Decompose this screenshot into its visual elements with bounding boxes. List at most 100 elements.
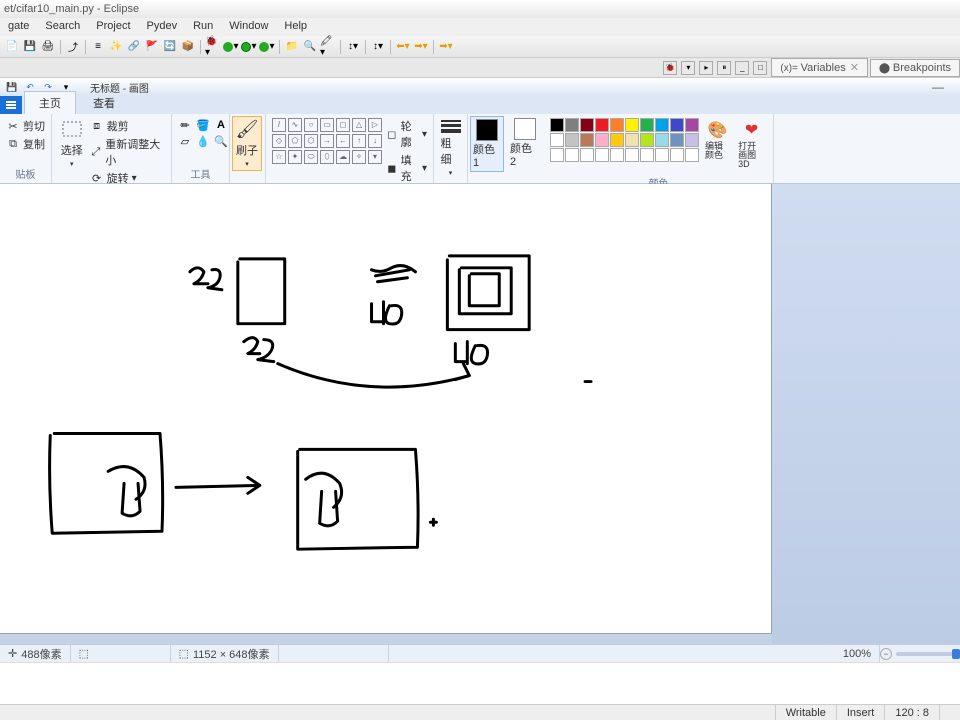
tb-run-icon[interactable]: ▾ xyxy=(223,39,239,55)
color-swatch[interactable] xyxy=(595,133,609,147)
color-palette[interactable] xyxy=(550,118,699,162)
tb-link-icon[interactable]: 🔗 xyxy=(126,39,142,55)
select-button[interactable]: 选择▾ xyxy=(58,118,86,170)
color1-button[interactable]: 颜色 1 xyxy=(470,116,504,172)
menu-window[interactable]: Window xyxy=(223,18,274,36)
min-icon[interactable]: _ xyxy=(735,61,749,75)
status-writable: Writable xyxy=(775,705,836,720)
tb-refresh-icon[interactable]: 🔄 xyxy=(162,39,178,55)
bug-icon[interactable]: 🐞 xyxy=(663,61,677,75)
color-swatch[interactable] xyxy=(595,118,609,132)
brush-button[interactable]: 🖌 刷子▾ xyxy=(232,116,262,171)
play-icon[interactable]: ▸ xyxy=(699,61,713,75)
color-swatch[interactable] xyxy=(640,133,654,147)
menu-search[interactable]: Search xyxy=(39,18,86,36)
color-swatch[interactable] xyxy=(655,118,669,132)
color-swatch[interactable] xyxy=(550,133,564,147)
fill-icon[interactable]: 🪣 xyxy=(196,118,210,132)
file-menu-button[interactable] xyxy=(0,96,22,114)
tb-debug-icon[interactable]: 🐞▾ xyxy=(205,39,221,55)
paint-canvas[interactable] xyxy=(0,184,772,634)
color-swatch[interactable] xyxy=(625,133,639,147)
color-swatch[interactable] xyxy=(550,148,564,162)
color-swatch[interactable] xyxy=(565,118,579,132)
color-swatch[interactable] xyxy=(685,133,699,147)
color-swatch[interactable] xyxy=(550,118,564,132)
tab-view[interactable]: 查看 xyxy=(78,91,130,114)
tb-folder-icon[interactable]: 📁 xyxy=(284,39,300,55)
menu-project[interactable]: Project xyxy=(90,18,136,36)
menu-navigate[interactable]: gate xyxy=(2,18,35,36)
tb-last-icon[interactable]: ➡▾ xyxy=(438,39,454,55)
brush-icon: 🖌 xyxy=(236,119,259,140)
tb-fwd-icon[interactable]: ➡▾ xyxy=(413,39,429,55)
thickness-button[interactable]: 粗细▾ xyxy=(439,118,463,179)
tb-back-icon[interactable]: ⬅▾ xyxy=(395,39,411,55)
shape-outline-button[interactable]: ◻轮廓▾ xyxy=(386,118,427,150)
max-icon[interactable]: □ xyxy=(753,61,767,75)
pencil-icon[interactable]: ✏ xyxy=(178,118,192,132)
tb-print-icon[interactable]: 🖨 xyxy=(40,39,56,55)
color-swatch[interactable] xyxy=(685,118,699,132)
tb-ext-icon[interactable]: ▾ xyxy=(259,39,275,55)
menu-run[interactable]: Run xyxy=(187,18,219,36)
qat-save-icon[interactable]: 💾 xyxy=(4,80,20,94)
tb-coverage-icon[interactable]: ▾ xyxy=(241,39,257,55)
color-swatch[interactable] xyxy=(580,118,594,132)
tb-save-icon[interactable]: 💾 xyxy=(22,39,38,55)
color-swatch[interactable] xyxy=(640,118,654,132)
color-swatch[interactable] xyxy=(625,148,639,162)
color-swatch[interactable] xyxy=(610,148,624,162)
tb-highlight-icon[interactable]: 🖍▾ xyxy=(320,39,336,55)
color-swatch[interactable] xyxy=(580,148,594,162)
tb-new-icon[interactable]: 📄 xyxy=(4,39,20,55)
color-swatch[interactable] xyxy=(670,148,684,162)
color-swatch[interactable] xyxy=(655,148,669,162)
picker-icon[interactable]: 💧 xyxy=(196,134,210,148)
color-swatch[interactable] xyxy=(580,133,594,147)
copy-button[interactable]: ⧉复制 xyxy=(6,136,45,152)
cut-button[interactable]: ✂剪切 xyxy=(6,118,45,134)
color-swatch[interactable] xyxy=(685,148,699,162)
color-swatch[interactable] xyxy=(670,118,684,132)
resize-button[interactable]: ⤢重新调整大小 xyxy=(90,136,165,168)
menu-help[interactable]: Help xyxy=(278,18,313,36)
tb-align-icon[interactable]: ≡ xyxy=(90,39,106,55)
menu-pydev[interactable]: Pydev xyxy=(141,18,184,36)
color-swatch[interactable] xyxy=(565,133,579,147)
drop-icon[interactable]: ▾ xyxy=(681,61,695,75)
color-swatch[interactable] xyxy=(610,133,624,147)
pause-icon[interactable]: ⏸ xyxy=(717,61,731,75)
tb-pkg-icon[interactable]: 📦 xyxy=(180,39,196,55)
tb-flag-icon[interactable]: 🚩 xyxy=(144,39,160,55)
open-3d-button[interactable]: ❤ 打开画图 3D xyxy=(736,118,767,171)
text-icon[interactable]: A xyxy=(214,118,228,132)
color-swatch[interactable] xyxy=(640,148,654,162)
zoom-out-button[interactable]: − xyxy=(880,648,892,660)
color-swatch[interactable] xyxy=(595,148,609,162)
paint-minimize-icon[interactable]: — xyxy=(932,80,944,94)
variables-tab[interactable]: (x)= Variables✕ xyxy=(771,58,868,77)
tb-nav2-icon[interactable]: ↕▾ xyxy=(370,39,386,55)
color2-button[interactable]: 颜色 2 xyxy=(508,116,542,170)
eraser-icon[interactable]: ▱ xyxy=(178,134,192,148)
color-swatch[interactable] xyxy=(670,133,684,147)
breakpoints-tab[interactable]: ⬤ Breakpoints xyxy=(870,59,960,77)
zoom-icon[interactable]: 🔍 xyxy=(214,134,228,148)
crop-button[interactable]: ⧈裁剪 xyxy=(90,118,165,134)
edit-colors-button[interactable]: 🎨 编辑颜色 xyxy=(703,118,732,162)
tb-search-icon[interactable]: 🔍 xyxy=(302,39,318,55)
editor-gap xyxy=(0,662,960,704)
tb-nav1-icon[interactable]: ↕▾ xyxy=(345,39,361,55)
close-icon[interactable]: ✕ xyxy=(850,62,859,74)
color-swatch[interactable] xyxy=(625,118,639,132)
color-swatch[interactable] xyxy=(655,133,669,147)
color-swatch[interactable] xyxy=(610,118,624,132)
shape-fill-button[interactable]: ◼填充▾ xyxy=(386,152,427,184)
tb-wand-icon[interactable]: ✨ xyxy=(108,39,124,55)
color-swatch[interactable] xyxy=(565,148,579,162)
shapes-gallery[interactable]: /∿○▭◻△▷ ◇⬠⬡→←↑↓ ☆✦⬭⬯☁✧▾ xyxy=(272,118,382,164)
tab-home[interactable]: 主页 xyxy=(24,91,76,114)
tb-skip-icon[interactable]: ⤴ xyxy=(65,39,81,55)
zoom-slider[interactable] xyxy=(896,652,956,656)
